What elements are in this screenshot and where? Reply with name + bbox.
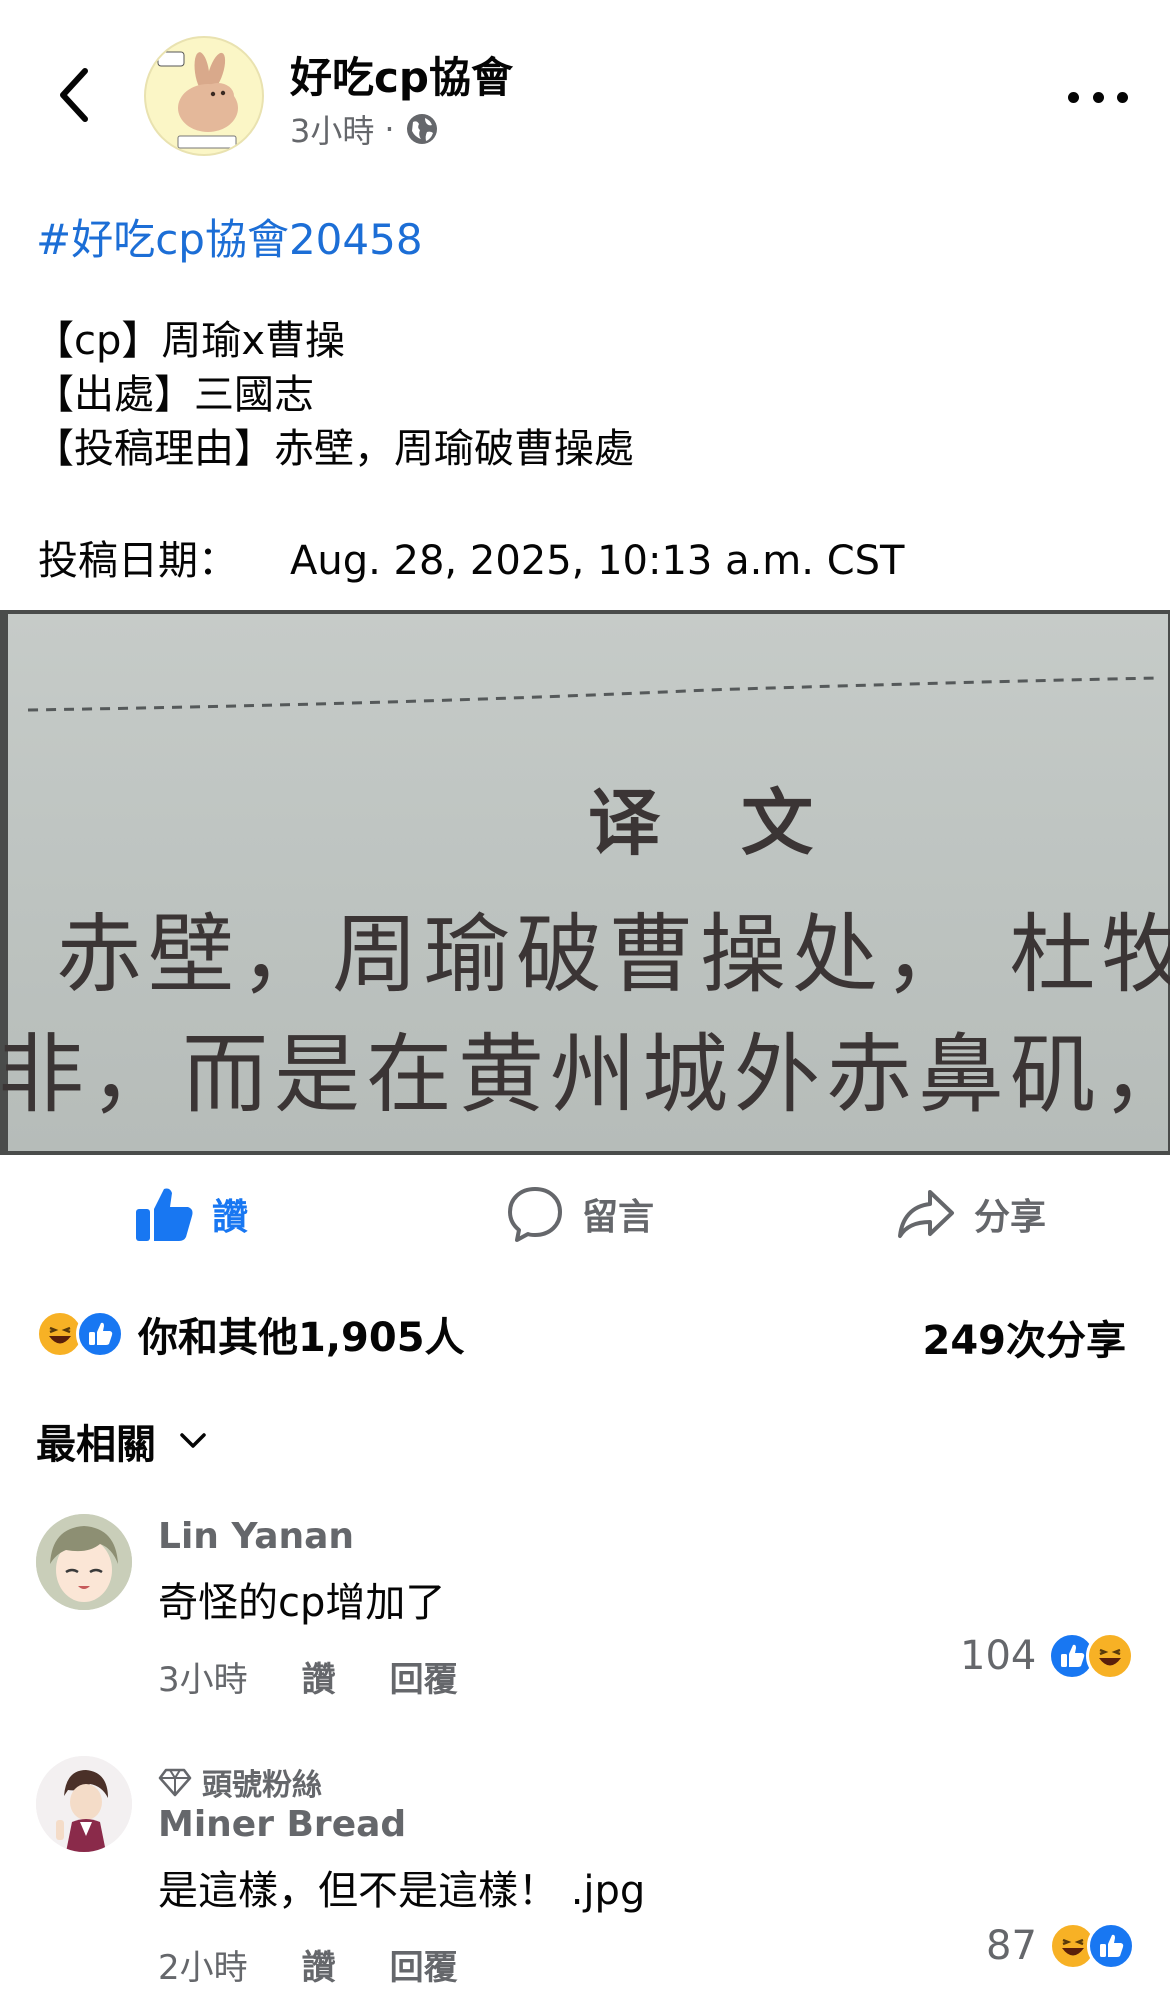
comment-footer: 3小時 讚 回覆 xyxy=(158,1652,458,1701)
haha-icon xyxy=(1086,1632,1135,1680)
comment-text: 是這樣，但不是這樣！ .jpg xyxy=(158,1868,646,1914)
date-value: Aug. 28, 2025, 10:13 a.m. CST xyxy=(290,538,905,584)
share-label: 分享 xyxy=(974,1197,1047,1238)
comment-reactions[interactable]: 104 xyxy=(960,1632,1135,1680)
comment-reply-button[interactable]: 回覆 xyxy=(390,1652,458,1701)
more-button[interactable] xyxy=(1068,82,1128,112)
comment-reactions[interactable]: 87 xyxy=(986,1922,1135,1970)
photo-line-1: 赤壁，周瑜破曹操处， 杜牧 xyxy=(56,905,1170,1005)
commenter-name[interactable]: Lin Yanan xyxy=(158,1516,354,1557)
post-header: 好吃cp協會 3小時 · xyxy=(0,0,1170,200)
comment-reply-button[interactable]: 回覆 xyxy=(390,1940,458,1989)
comment-like-button[interactable]: 讚 xyxy=(302,1652,336,1701)
comment-sort[interactable]: 最相關 xyxy=(36,1412,208,1470)
comment-time: 3小時 xyxy=(158,1660,248,1700)
photo-line-2: 非，而是在黄州城外赤鼻矶， xyxy=(0,1025,1170,1125)
post-time[interactable]: 3小時 xyxy=(290,106,374,152)
post-date-line: 投稿日期： Aug. 28, 2025, 10:13 a.m. CST xyxy=(38,528,904,586)
globe-icon[interactable] xyxy=(405,112,439,146)
page-name[interactable]: 好吃cp協會 xyxy=(290,44,513,105)
sort-label: 最相關 xyxy=(36,1422,156,1468)
post-line-reason: 【投稿理由】赤壁，周瑜破曹操處 xyxy=(34,426,634,472)
comment-like-button[interactable]: 讚 xyxy=(302,1940,336,1989)
comment-reaction-count: 87 xyxy=(986,1923,1037,1969)
photo-page: 译 文 赤壁，周瑜破曹操处， 杜牧 非，而是在黄州城外赤鼻矶， xyxy=(0,614,1170,1151)
comment-bubble-icon xyxy=(508,1187,562,1242)
more-icon-dot xyxy=(1117,91,1128,103)
commenter-avatar[interactable] xyxy=(36,1756,132,1852)
reaction-icons xyxy=(36,1310,124,1358)
comment-button[interactable]: 留言 xyxy=(506,1184,654,1244)
rabbit-logo xyxy=(157,51,238,149)
comment-label: 留言 xyxy=(582,1197,655,1238)
thumbs-up-icon xyxy=(136,1188,193,1241)
post-line-cp: 【cp】周瑜x曹操 xyxy=(34,318,346,364)
commenter-name[interactable]: Miner Bread xyxy=(158,1804,406,1845)
more-icon xyxy=(1068,91,1079,103)
photo-title: 译 文 xyxy=(588,780,842,865)
chevron-down-icon xyxy=(180,1433,206,1448)
share-button[interactable]: 分享 xyxy=(896,1184,1046,1244)
date-label: 投稿日期： xyxy=(38,538,238,584)
like-label: 讚 xyxy=(212,1197,249,1238)
back-button[interactable] xyxy=(44,60,104,130)
page-avatar[interactable] xyxy=(144,36,264,156)
post-hashtag[interactable]: #好吃cp協會20458 xyxy=(36,206,423,267)
post-line-source: 【出處】三國志 xyxy=(34,372,314,418)
comment-reaction-count: 104 xyxy=(960,1633,1037,1679)
comment-time: 2小時 xyxy=(158,1948,248,1988)
comment-footer: 2小時 讚 回覆 xyxy=(158,1940,458,1989)
share-arrow-icon xyxy=(898,1190,954,1238)
reactions-text: 你和其他1,905人 xyxy=(138,1315,465,1361)
meta-dot: · xyxy=(384,110,395,148)
like-reaction-icon xyxy=(76,1310,124,1358)
dashed-line xyxy=(27,676,1159,712)
diamond-icon xyxy=(158,1768,192,1797)
back-arrow-icon xyxy=(60,68,88,122)
like-button[interactable]: 讚 xyxy=(134,1184,248,1244)
commenter-avatar[interactable] xyxy=(36,1514,132,1610)
post-photo[interactable]: 译 文 赤壁，周瑜破曹操处， 杜牧 非，而是在黄州城外赤鼻矶， xyxy=(0,610,1170,1155)
post-body: 【cp】周瑜x曹操 【出處】三國志 【投稿理由】赤壁，周瑜破曹操處 xyxy=(34,314,634,476)
top-fan-badge: 頭號粉絲 xyxy=(158,1760,322,1804)
shares-count[interactable]: 249次分享 xyxy=(923,1308,1127,1366)
more-icon-dot xyxy=(1092,91,1104,103)
post-meta: 3小時 · xyxy=(290,106,439,152)
like-reaction-icon xyxy=(1086,1922,1135,1970)
reactions-summary[interactable]: 你和其他1,905人 xyxy=(36,1305,465,1363)
comment-text: 奇怪的cp增加了 xyxy=(158,1580,446,1626)
badge-label: 頭號粉絲 xyxy=(202,1768,322,1803)
